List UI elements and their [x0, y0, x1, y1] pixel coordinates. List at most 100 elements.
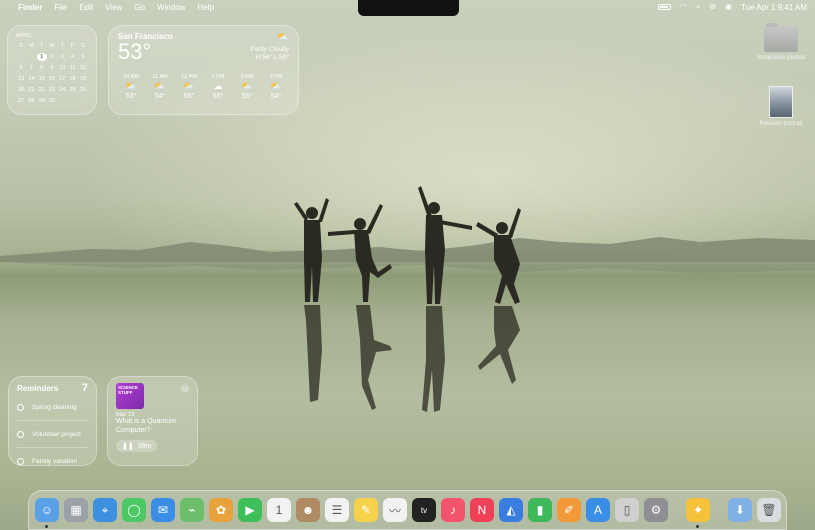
siri-icon[interactable]: ◉ [725, 0, 732, 14]
calendar-day [78, 97, 88, 105]
dock-calendar-icon[interactable]: 1 [267, 498, 291, 522]
podcasts-widget[interactable]: SCIENCE STUFF ◎ Mar 19 What is a Quantum… [107, 376, 198, 466]
dock-trash-icon[interactable]: 🗑 [757, 498, 781, 522]
battery-icon[interactable] [657, 4, 671, 10]
reminder-checkbox[interactable] [17, 458, 24, 465]
dock-notes-icon[interactable]: ✎ [354, 498, 378, 522]
dock-system-settings-icon[interactable]: ⚙ [644, 498, 668, 522]
podcast-artwork: SCIENCE STUFF [116, 383, 144, 409]
weather-hour: 2 PM ⛅ 55° [233, 74, 261, 100]
calendar-day [67, 97, 77, 105]
menu-finder[interactable]: Finder [18, 3, 42, 12]
calendar-day: 7 [29, 65, 33, 71]
podcast-play-button[interactable]: ❚❚ 39m [116, 440, 158, 452]
calendar-day: 27 [18, 98, 25, 104]
dock-contacts-icon[interactable]: ☻ [296, 498, 320, 522]
reminders-widget[interactable]: Reminders 7 Spring cleaning Volunteer pr… [8, 376, 97, 466]
calendar-day: 21 [28, 87, 35, 93]
dock-messages-icon[interactable]: ◯ [122, 498, 146, 522]
reminder-item[interactable]: Family vacation [17, 448, 88, 475]
dock-pages-icon[interactable]: ✐ [557, 498, 581, 522]
calendar-day: 29 [38, 98, 45, 104]
reminder-item[interactable]: Volunteer project [17, 421, 88, 448]
control-center-icon[interactable]: ⊜ [709, 0, 716, 14]
menu-file[interactable]: File [54, 3, 67, 12]
menu-edit[interactable]: Edit [79, 3, 93, 12]
weather-hour-temp: 55° [212, 93, 224, 100]
menu-help[interactable]: Help [197, 3, 213, 12]
calendar-day: 4 [71, 54, 75, 60]
wifi-icon[interactable]: ◠ [680, 0, 687, 14]
calendar-widget[interactable]: APRIL S M T W T F S 1 2 3 4 5 6 7 8 9 10 11 12 13 14 15 16 17 18… [7, 25, 97, 115]
cloudy-icon: ☁ [213, 81, 223, 91]
dock-reminders-icon[interactable]: ☰ [325, 498, 349, 522]
reminder-item[interactable]: Spring cleaning [17, 394, 88, 421]
reminders-count: 7 [81, 382, 88, 394]
weather-condition: Partly Cloudy [250, 46, 289, 53]
dock-app-store-icon[interactable]: A [586, 498, 610, 522]
weather-hour: 11 AM ⛅ 54° [146, 74, 174, 100]
reminder-label: Family vacation [32, 458, 78, 465]
desktop-item-reunion-portrait[interactable]: Reunion portrait [748, 86, 814, 127]
calendar-today: 1 [36, 53, 47, 61]
reminder-label: Spring cleaning [32, 403, 77, 411]
reminder-checkbox[interactable] [17, 430, 24, 438]
dock-music-icon[interactable]: ♪ [441, 498, 465, 522]
menu-bar-extras: ◠ ⌕ ⊜ ◉ Tue Apr 1 9:41 AM [657, 0, 807, 14]
spotlight-search-icon[interactable]: ⌕ [696, 0, 700, 14]
calendar-day: 15 [38, 76, 45, 82]
dock-keynote-icon[interactable]: ◭ [499, 498, 523, 522]
dock-safari-icon[interactable]: ⌖ [93, 498, 117, 522]
calendar-day: 3 [60, 54, 64, 60]
desktop-item-label: Reunion portrait [759, 121, 803, 127]
weather-hour-temp: 56° [183, 93, 195, 100]
dock-numbers-icon[interactable]: ▮ [528, 498, 552, 522]
weather-widget[interactable]: San Francisco 53° ⛅ Partly Cloudy H:56° … [108, 25, 299, 115]
calendar-day: 30 [48, 98, 56, 104]
photo-file-icon [769, 86, 793, 118]
reminder-checkbox[interactable] [17, 403, 24, 411]
calendar-day: 8 [40, 65, 44, 71]
partly-cloudy-icon: ⛅ [125, 81, 137, 91]
dock-tv-icon[interactable]: tv [412, 498, 436, 522]
calendar-weekday: W [49, 43, 55, 49]
dock-news-icon[interactable]: N [470, 498, 494, 522]
podcasts-icon: ◎ [181, 383, 189, 393]
calendar-day [16, 53, 26, 61]
weather-hour: 10 AM ⛅ 53° [117, 74, 145, 100]
partly-cloudy-icon: ⛅ [241, 81, 253, 91]
reminders-header: Reminders 7 [17, 382, 88, 394]
calendar-grid: S M T W T F S 1 2 3 4 5 6 7 8 9 10 11 12 13 14 15 16 17 18 19 20 21… [16, 42, 88, 105]
dock-facetime-icon[interactable]: ▶ [238, 498, 262, 522]
calendar-day: 26 [79, 87, 86, 93]
dock-maps-icon[interactable]: ⌁ [180, 498, 204, 522]
desktop-item-scrapbook-photos[interactable]: Scrapbook photos [748, 23, 814, 61]
dock-photos-icon[interactable]: ✿ [209, 498, 233, 522]
weather-hour: 1 PM ☁ 55° [204, 74, 232, 100]
dock-freeform-icon[interactable]: 〰 [383, 498, 407, 522]
dock-launchpad-icon[interactable]: ▦ [64, 498, 88, 522]
calendar-weekday: S [19, 43, 23, 49]
weather-high-low: H:56° L:50° [255, 54, 289, 61]
dock-tips-icon[interactable]: ✦ [686, 498, 710, 528]
menu-view[interactable]: View [105, 3, 122, 12]
camera-notch [358, 0, 459, 16]
weather-hour: 12 PM ⛅ 56° [175, 74, 203, 100]
dock-iphone-mirroring-icon[interactable]: ▯ [615, 498, 639, 522]
calendar-day: 5 [81, 54, 85, 60]
dock-downloads-folder-icon[interactable]: ⬇ [728, 498, 752, 522]
calendar-day: 19 [79, 76, 86, 82]
partly-cloudy-icon: ⛅ [154, 81, 166, 91]
dock: ☺ ▦ ⌖ ◯ ✉ ⌁ ✿ ▶ 1 ☻ ☰ ✎ 〰 tv ♪ N ◭ ▮ ✐ A ▯ ⚙ ✦ ⬇ 🗑 [28, 490, 787, 530]
menu-bar-clock[interactable]: Tue Apr 1 9:41 AM [741, 3, 807, 12]
menu-window[interactable]: Window [157, 3, 185, 12]
calendar-day: 9 [50, 65, 54, 71]
dock-mail-icon[interactable]: ✉ [151, 498, 175, 522]
calendar-day: 18 [69, 76, 76, 82]
partly-cloudy-icon: ⛅ [183, 81, 195, 91]
partly-cloudy-icon: ⛅ [276, 32, 289, 43]
dock-finder-icon[interactable]: ☺ [35, 498, 59, 528]
menu-go[interactable]: Go [134, 3, 145, 12]
calendar-day: 12 [79, 65, 86, 71]
weather-hour: 3 PM ⛅ 54° [262, 74, 290, 100]
